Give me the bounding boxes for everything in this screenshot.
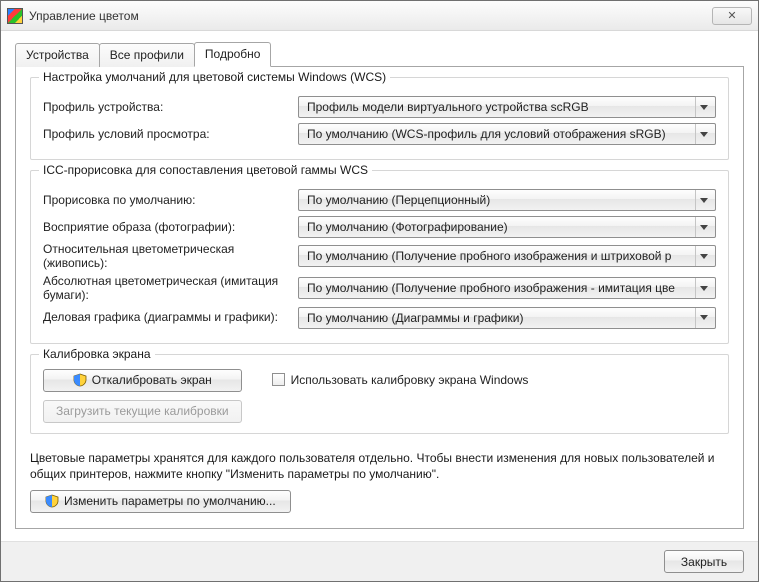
tab-devices[interactable]: Устройства bbox=[15, 43, 100, 67]
group-wcs-title: Настройка умолчаний для цветовой системы… bbox=[39, 70, 390, 84]
load-calibrations-button: Загрузить текущие калибровки bbox=[43, 400, 242, 423]
chevron-down-icon bbox=[695, 217, 711, 237]
tab-advanced[interactable]: Подробно bbox=[194, 42, 272, 67]
default-render-value: По умолчанию (Перцепционный) bbox=[307, 193, 691, 207]
chevron-down-icon bbox=[695, 97, 711, 117]
chevron-down-icon bbox=[695, 190, 711, 210]
calibrate-screen-label: Откалибровать экран bbox=[92, 373, 212, 387]
change-defaults-button[interactable]: Изменить параметры по умолчанию... bbox=[30, 490, 291, 513]
close-dialog-button[interactable]: Закрыть bbox=[664, 550, 744, 573]
titlebar: Управление цветом ✕ bbox=[1, 1, 758, 31]
business-value: По умолчанию (Диаграммы и графики) bbox=[307, 311, 691, 325]
abs-color-combo[interactable]: По умолчанию (Получение пробного изображ… bbox=[298, 277, 716, 299]
chevron-down-icon bbox=[695, 278, 711, 298]
business-label: Деловая графика (диаграммы и графики): bbox=[43, 310, 298, 324]
abs-color-value: По умолчанию (Получение пробного изображ… bbox=[307, 281, 691, 295]
use-windows-calibration-label: Использовать калибровку экрана Windows bbox=[291, 373, 529, 387]
rel-color-label: Относительная цветометрическая (живопись… bbox=[43, 242, 298, 271]
device-profile-combo[interactable]: Профиль модели виртуального устройства s… bbox=[298, 96, 716, 118]
viewing-profile-combo[interactable]: По умолчанию (WCS-профиль для условий от… bbox=[298, 123, 716, 145]
viewing-profile-value: По умолчанию (WCS-профиль для условий от… bbox=[307, 127, 691, 141]
tab-all-profiles[interactable]: Все профили bbox=[99, 43, 195, 67]
load-calibrations-label: Загрузить текущие калибровки bbox=[56, 404, 229, 418]
default-render-label: Прорисовка по умолчанию: bbox=[43, 193, 298, 207]
close-dialog-label: Закрыть bbox=[681, 555, 727, 569]
close-icon: ✕ bbox=[727, 9, 736, 22]
group-icc-rendering: ICC-прорисовка для сопоставления цветово… bbox=[30, 170, 729, 344]
group-wcs-defaults: Настройка умолчаний для цветовой системы… bbox=[30, 77, 729, 160]
calibrate-screen-button[interactable]: Откалибровать экран bbox=[43, 369, 242, 392]
app-icon bbox=[7, 8, 23, 24]
device-profile-label: Профиль устройства: bbox=[43, 100, 298, 114]
perceptual-value: По умолчанию (Фотографирование) bbox=[307, 220, 691, 234]
perceptual-label: Восприятие образа (фотографии): bbox=[43, 220, 298, 234]
tab-strip: Устройства Все профили Подробно bbox=[15, 41, 744, 66]
color-management-window: Управление цветом ✕ Устройства Все профи… bbox=[0, 0, 759, 582]
footer: Закрыть bbox=[1, 541, 758, 581]
perceptual-combo[interactable]: По умолчанию (Фотографирование) bbox=[298, 216, 716, 238]
group-calibration-title: Калибровка экрана bbox=[39, 347, 155, 361]
group-icc-title: ICC-прорисовка для сопоставления цветово… bbox=[39, 163, 372, 177]
viewing-profile-label: Профиль условий просмотра: bbox=[43, 127, 298, 141]
shield-icon bbox=[73, 373, 87, 387]
close-button[interactable]: ✕ bbox=[712, 7, 752, 25]
chevron-down-icon bbox=[695, 124, 711, 144]
content-area: Устройства Все профили Подробно Настройк… bbox=[1, 31, 758, 541]
business-combo[interactable]: По умолчанию (Диаграммы и графики) bbox=[298, 307, 716, 329]
change-defaults-label: Изменить параметры по умолчанию... bbox=[64, 494, 276, 508]
chevron-down-icon bbox=[695, 308, 711, 328]
group-calibration: Калибровка экрана Откалибровать экран За… bbox=[30, 354, 729, 434]
window-title: Управление цветом bbox=[29, 9, 712, 23]
rel-color-combo[interactable]: По умолчанию (Получение пробного изображ… bbox=[298, 245, 716, 267]
abs-color-label: Абсолютная цветометрическая (имитация бу… bbox=[43, 274, 298, 303]
use-windows-calibration-checkbox[interactable] bbox=[272, 373, 285, 386]
tab-panel-advanced: Настройка умолчаний для цветовой системы… bbox=[15, 66, 744, 529]
shield-icon bbox=[45, 494, 59, 508]
default-render-combo[interactable]: По умолчанию (Перцепционный) bbox=[298, 189, 716, 211]
device-profile-value: Профиль модели виртуального устройства s… bbox=[307, 100, 691, 114]
note-text: Цветовые параметры хранятся для каждого … bbox=[30, 450, 729, 482]
chevron-down-icon bbox=[695, 246, 711, 266]
rel-color-value: По умолчанию (Получение пробного изображ… bbox=[307, 249, 691, 263]
